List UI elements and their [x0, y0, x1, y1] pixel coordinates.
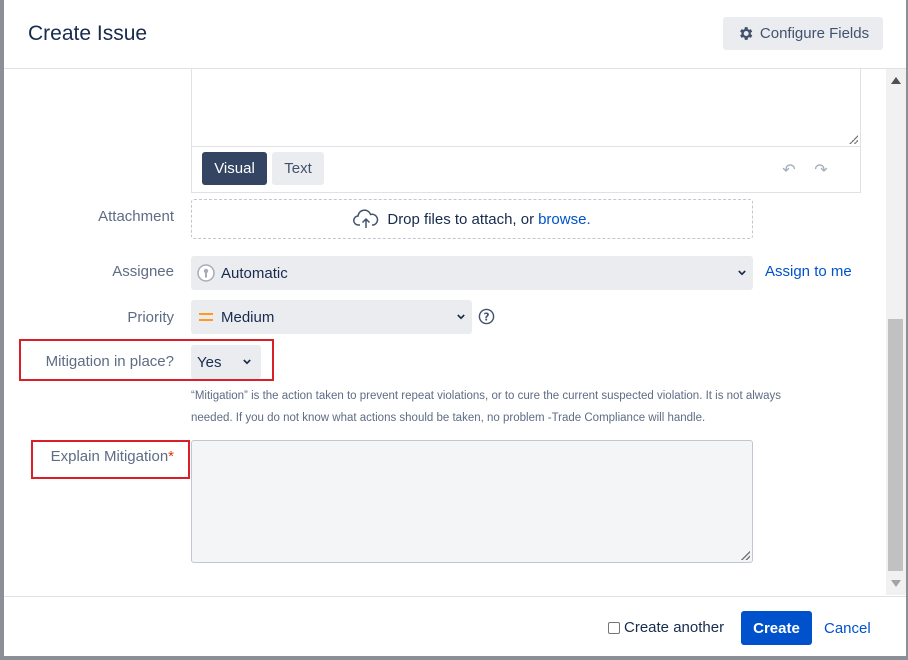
- configure-fields-button[interactable]: Configure Fields: [723, 17, 883, 50]
- browse-link[interactable]: browse.: [538, 211, 591, 228]
- assignee-label: Assignee: [112, 263, 174, 280]
- priority-select[interactable]: Medium: [191, 300, 472, 334]
- dialog-title: Create Issue: [28, 22, 148, 45]
- scrollbar-thumb[interactable]: [888, 319, 903, 571]
- attachment-label: Attachment: [98, 208, 174, 225]
- attachment-dropzone[interactable]: Drop files to attach, or browse.: [191, 199, 753, 239]
- create-another-checkbox[interactable]: [608, 621, 620, 634]
- create-button[interactable]: Create: [741, 611, 812, 645]
- required-marker: *: [168, 448, 174, 465]
- priority-value: Medium: [221, 308, 275, 326]
- gear-icon: [740, 27, 753, 40]
- text-mode-tab[interactable]: Text: [272, 152, 324, 185]
- explain-mitigation-label: Explain Mitigation*: [4, 448, 174, 465]
- redo-icon[interactable]: ↷: [810, 159, 832, 179]
- chevron-down-icon: [457, 314, 465, 320]
- svg-text:?: ?: [483, 311, 489, 323]
- mitigation-select[interactable]: Yes: [191, 345, 261, 379]
- resize-grip-icon[interactable]: [741, 551, 750, 560]
- resize-grip-icon[interactable]: [849, 135, 858, 144]
- mitigation-description: “Mitigation” is the action taken to prev…: [191, 385, 851, 429]
- visual-mode-tab[interactable]: Visual: [202, 152, 267, 185]
- assignee-value: Automatic: [221, 264, 288, 282]
- dialog-footer: Create another Create Cancel: [4, 596, 906, 656]
- priority-medium-icon: [199, 313, 213, 321]
- chevron-down-icon: [243, 359, 251, 365]
- help-icon[interactable]: ?: [478, 308, 495, 325]
- explain-mitigation-label-text: Explain Mitigation: [50, 448, 169, 465]
- description-editor-textarea[interactable]: [191, 69, 861, 147]
- undo-icon[interactable]: ↶: [778, 159, 800, 179]
- cloud-upload-icon: [353, 209, 379, 228]
- chevron-down-icon: [738, 270, 746, 276]
- scroll-up-icon[interactable]: [891, 77, 901, 84]
- mitigation-description-line2: needed. If you do not know what actions …: [191, 412, 706, 424]
- configure-fields-label: Configure Fields: [759, 25, 870, 42]
- editor-toolbar: Visual Text ↶ ↷: [191, 147, 861, 193]
- priority-label: Priority: [127, 309, 174, 326]
- scrollbar[interactable]: [886, 69, 906, 595]
- cancel-link[interactable]: Cancel: [824, 620, 871, 637]
- explain-mitigation-textarea[interactable]: [191, 440, 753, 563]
- mitigation-label: Mitigation in place?: [45, 353, 174, 370]
- dropzone-text: Drop files to attach, or: [387, 210, 535, 228]
- dialog-header: Create Issue Configure Fields: [4, 0, 906, 69]
- scroll-down-icon[interactable]: [891, 580, 901, 587]
- create-another-label: Create another: [624, 619, 725, 636]
- assign-to-me-link[interactable]: Assign to me: [765, 263, 852, 280]
- avatar-icon: [197, 264, 215, 282]
- form-content: Visual Text ↶ ↷ Attachment Drop files to…: [4, 69, 886, 595]
- mitigation-description-line1: “Mitigation” is the action taken to prev…: [191, 390, 781, 402]
- create-another-option[interactable]: Create another: [608, 619, 724, 636]
- create-issue-dialog: Create Issue Configure Fields Visual Tex…: [4, 0, 906, 656]
- mitigation-value: Yes: [197, 353, 222, 371]
- assignee-select[interactable]: Automatic: [191, 256, 753, 290]
